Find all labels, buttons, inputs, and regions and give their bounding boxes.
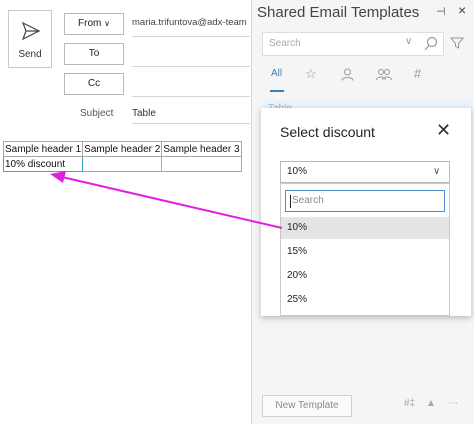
megaphone-icon[interactable]: ▲ [426,398,436,409]
chevron-down-icon: ∨ [433,166,441,177]
search-input[interactable]: Search ∨ [262,32,444,56]
dropdown-search-placeholder: Search [292,195,324,206]
search-placeholder: Search [269,38,301,49]
to-field[interactable] [132,66,250,67]
send-button[interactable]: Send [8,10,52,68]
subject-underline [132,123,250,124]
option-10[interactable]: 10% [281,217,449,239]
chevron-down-icon: ∨ [104,19,110,28]
chevron-down-icon[interactable]: ∨ [405,36,412,47]
option-label: 25% [287,294,308,305]
tab-all-underline [270,90,284,92]
option-20[interactable]: 20% [281,265,449,287]
option-label: 10% [287,222,308,233]
from-underline [132,36,250,37]
hashtag-insert-icon[interactable]: #‡ [404,398,415,409]
close-pane-icon[interactable]: × [458,2,466,18]
discount-select[interactable]: 10% ∨ [280,161,450,183]
close-icon[interactable]: ✕ [436,120,451,141]
send-label: Send [18,49,42,60]
option-25[interactable]: 25% [281,289,449,311]
cc-field[interactable] [132,96,250,97]
table-cell[interactable]: Sample header 2 [82,141,163,157]
more-icon[interactable]: ⋯ [448,398,458,409]
option-15[interactable]: 15% [281,241,449,263]
filter-icon[interactable] [450,36,464,50]
table-row: 10% discount [2,156,242,172]
text-caret [290,195,291,208]
table-cell[interactable] [82,156,163,172]
table-cell[interactable]: Sample header 1 [2,141,84,157]
team-icon[interactable] [376,68,392,81]
star-icon[interactable]: ☆ [305,66,317,82]
user-icon[interactable] [341,68,354,81]
table-cell-selected[interactable]: 10% discount [2,156,84,172]
pane-title: Shared Email Templates [257,4,420,21]
hashtag-icon[interactable]: # [414,66,421,81]
new-template-button[interactable]: New Template [262,395,352,417]
cc-button[interactable]: Cc [64,73,124,95]
table-cell[interactable]: Sample header 3 [161,141,242,157]
from-address: maria.trifuntova@adx-team [132,17,247,28]
pin-icon[interactable]: ⊣ [436,5,446,18]
dropdown-search-input[interactable]: Search [285,190,445,212]
send-icon [21,21,41,41]
table-row: Sample header 1 Sample header 2 Sample h… [2,141,242,157]
tab-all[interactable]: All [271,68,282,79]
to-button[interactable]: To [64,43,124,65]
from-label: From [78,18,102,29]
option-label: 20% [287,270,308,281]
email-table: Sample header 1 Sample header 2 Sample h… [2,141,242,172]
dialog-title: Select discount [280,124,375,140]
from-button[interactable]: From ∨ [64,13,124,35]
subject-label: Subject [80,108,114,119]
option-label: 15% [287,246,308,257]
table-cell[interactable] [161,156,242,172]
selected-value: 10% [287,166,308,177]
search-icon[interactable] [423,36,439,52]
subject-field[interactable]: Table [132,108,156,119]
